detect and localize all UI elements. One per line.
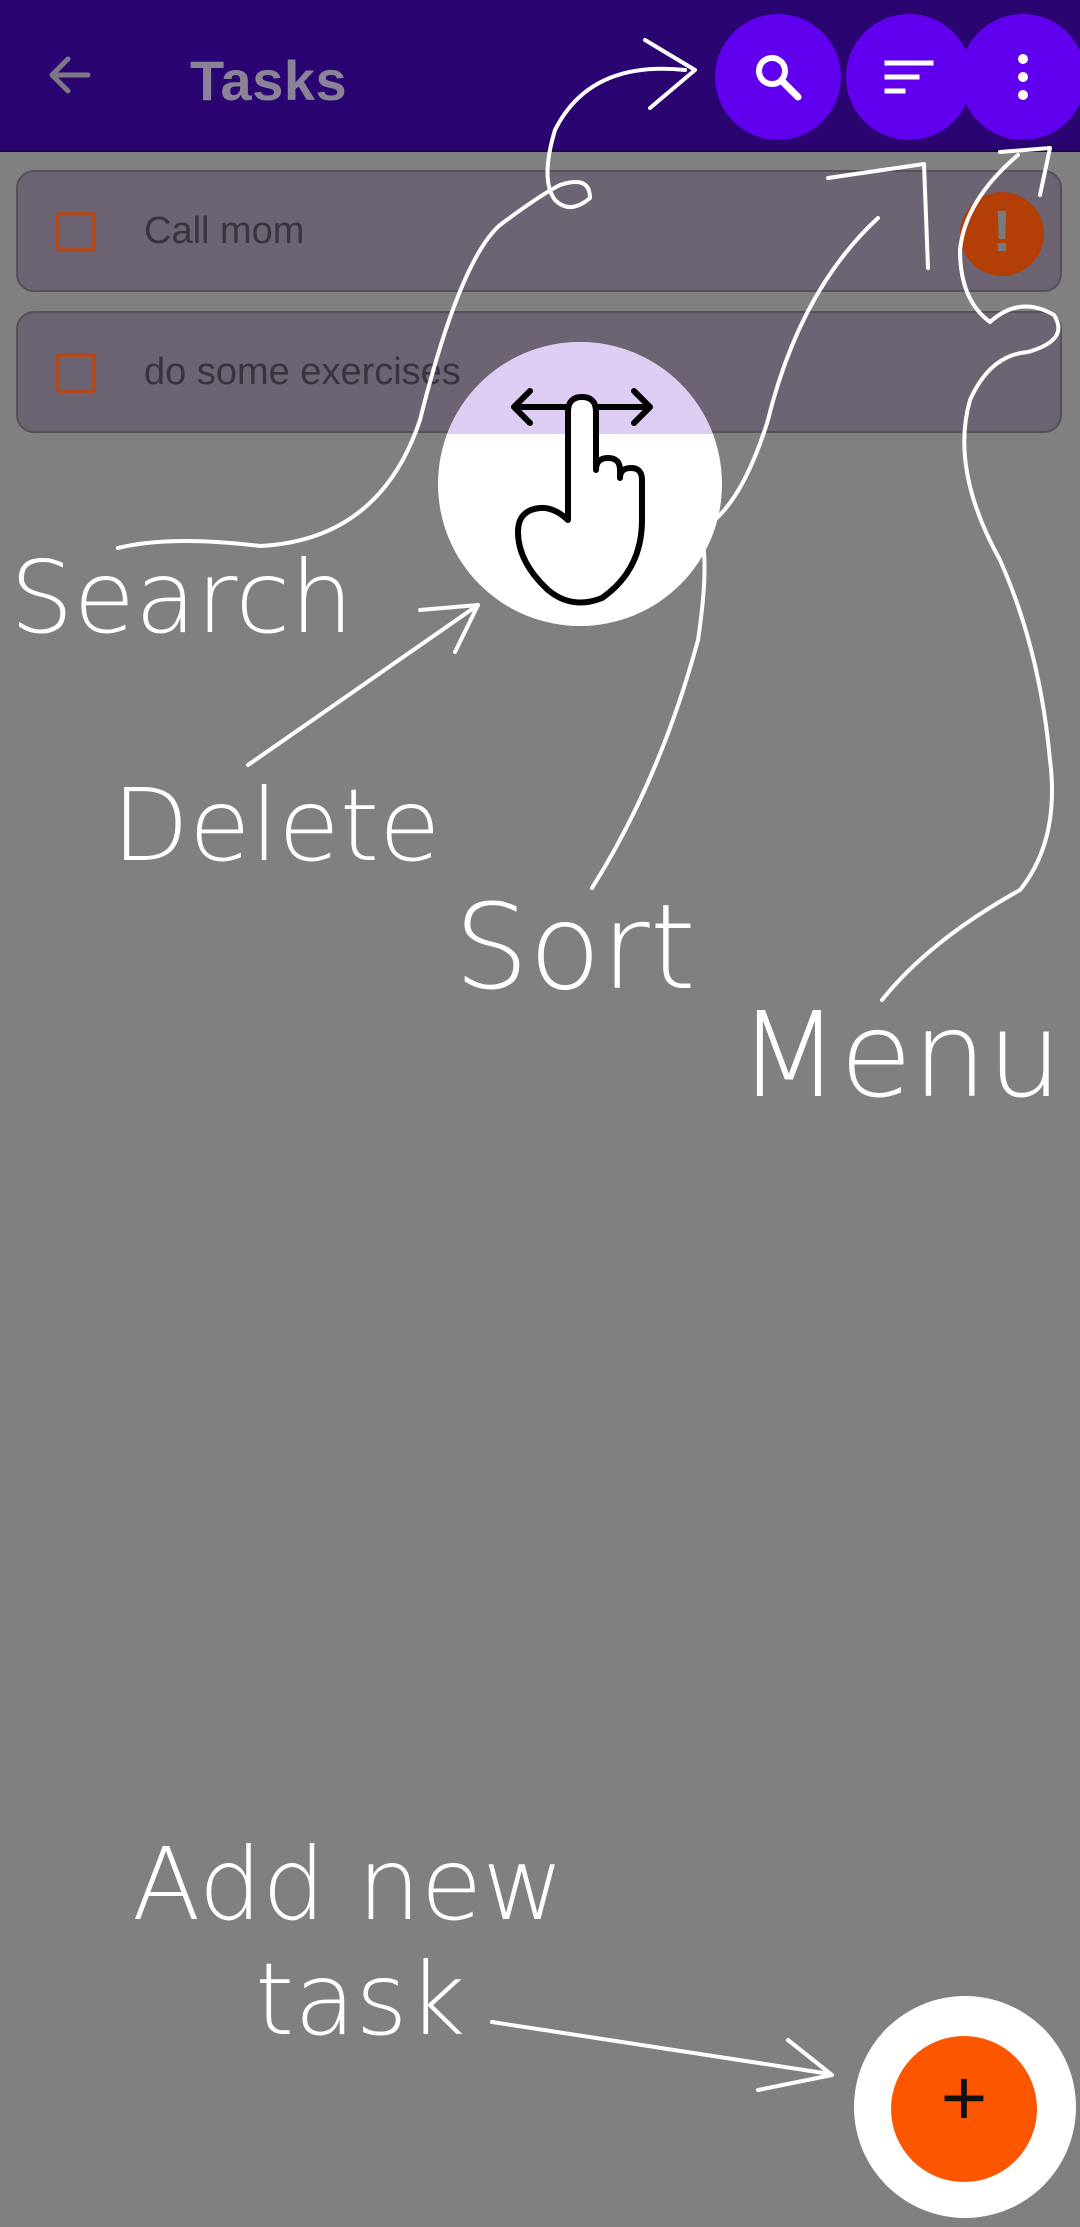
search-annotation: Search [10, 539, 354, 656]
add-task-annotation-line1: Add new [132, 1826, 565, 1943]
add-task-guide-arrow [490, 2020, 832, 2076]
delete-annotation: Delete [112, 767, 441, 884]
sort-annotation: Sort [454, 878, 696, 1016]
menu-guide-arrow [880, 153, 1061, 1002]
search-guide-arrow [116, 66, 687, 550]
sort-guide-arrow [590, 216, 880, 890]
menu-annotation: Menu [738, 986, 1062, 1124]
add-task-annotation-line2: task [255, 1941, 466, 2058]
